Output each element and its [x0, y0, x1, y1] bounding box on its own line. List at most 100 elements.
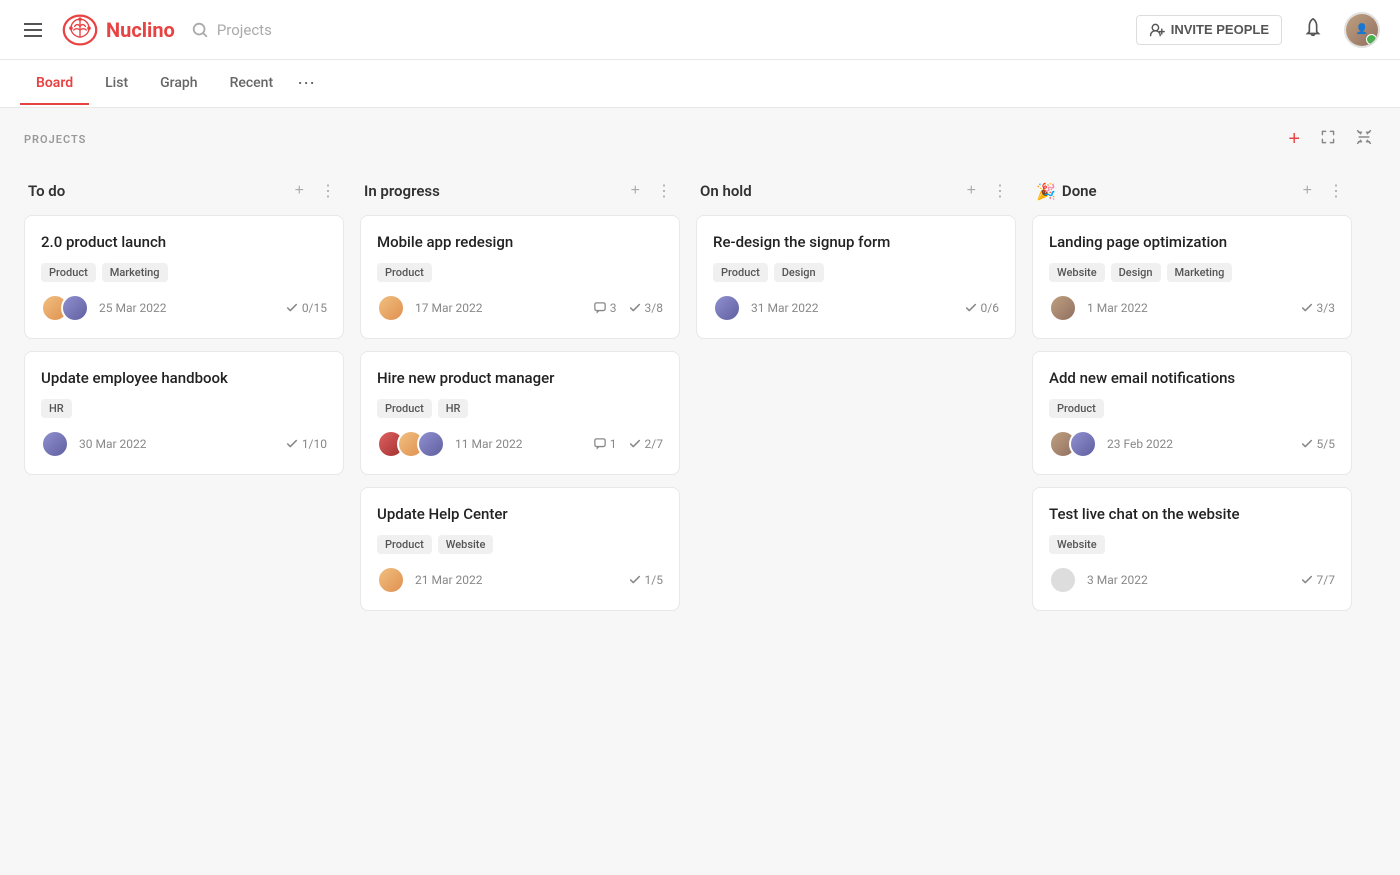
tag-product: Product: [377, 535, 432, 554]
card-signup-form-tags: Product Design: [713, 263, 999, 282]
card-landing-page[interactable]: Landing page optimization Website Design…: [1032, 215, 1352, 339]
expand-icon: [1320, 129, 1336, 145]
card-landing-page-check: 3/3: [1301, 301, 1335, 315]
logo-text: Nuclino: [106, 18, 175, 42]
avatar: [417, 430, 445, 458]
card-live-chat[interactable]: Test live chat on the website Website 3 …: [1032, 487, 1352, 611]
expand-button[interactable]: [1316, 125, 1340, 154]
column-onhold-label: On hold: [700, 182, 752, 200]
tag-product: Product: [41, 263, 96, 282]
card-help-center-date: 21 Mar 2022: [415, 573, 483, 587]
add-project-button[interactable]: +: [1284, 124, 1304, 155]
tag-design: Design: [1111, 263, 1161, 282]
avatar: [1069, 430, 1097, 458]
check-icon: [286, 302, 298, 314]
card-mobile-app[interactable]: Mobile app redesign Product 17 Mar 2022 …: [360, 215, 680, 339]
card-hire-pm-check: 2/7: [629, 437, 663, 451]
column-todo-add-button[interactable]: +: [291, 180, 308, 202]
card-product-launch-footer: 25 Mar 2022 0/15: [41, 294, 327, 322]
tabs-nav: Board List Graph Recent ⋯: [0, 60, 1400, 108]
avatar: [713, 294, 741, 322]
card-employee-handbook-date: 30 Mar 2022: [79, 437, 147, 451]
card-employee-handbook-avatars: [41, 430, 69, 458]
card-live-chat-footer: 3 Mar 2022 7/7: [1049, 566, 1335, 594]
tab-graph[interactable]: Graph: [144, 63, 213, 105]
card-hire-pm-footer-left: 11 Mar 2022: [377, 430, 523, 458]
column-todo-actions: + ⋮: [291, 179, 340, 203]
column-done-add-button[interactable]: +: [1299, 180, 1316, 202]
user-avatar[interactable]: 👤: [1344, 12, 1380, 48]
header: Nuclino Projects INVITE PEOPLE: [0, 0, 1400, 60]
card-help-center-check: 1/5: [629, 573, 663, 587]
check-icon: [629, 302, 641, 314]
column-onhold-add-button[interactable]: +: [963, 180, 980, 202]
card-product-launch-footer-left: 25 Mar 2022: [41, 294, 167, 322]
search-bar[interactable]: Projects: [191, 21, 272, 39]
card-hire-pm-date: 11 Mar 2022: [455, 437, 523, 451]
column-todo-title: To do: [28, 182, 65, 200]
column-todo-more-button[interactable]: ⋮: [316, 179, 340, 203]
column-done-title: 🎉 Done: [1036, 182, 1097, 201]
card-email-notifications-tags: Product: [1049, 399, 1335, 418]
bell-button[interactable]: [1302, 17, 1324, 43]
hamburger-menu[interactable]: [20, 19, 46, 41]
tab-recent[interactable]: Recent: [214, 63, 290, 105]
tag-product: Product: [713, 263, 768, 282]
invite-people-button[interactable]: INVITE PEOPLE: [1136, 15, 1282, 45]
card-signup-form-stats: 0/6: [965, 301, 999, 315]
header-left: Nuclino Projects: [20, 12, 1136, 48]
avatar: [377, 566, 405, 594]
card-email-notifications-footer-left: 23 Feb 2022: [1049, 430, 1173, 458]
card-product-launch-check: 0/15: [286, 301, 327, 315]
board-header: PROJECTS +: [0, 108, 1400, 163]
collapse-button[interactable]: [1352, 125, 1376, 154]
column-inprogress-add-button[interactable]: +: [627, 180, 644, 202]
card-help-center[interactable]: Update Help Center Product Website 21 Ma…: [360, 487, 680, 611]
logo[interactable]: Nuclino: [62, 12, 175, 48]
column-done-more-button[interactable]: ⋮: [1324, 179, 1348, 203]
card-live-chat-tags: Website: [1049, 535, 1335, 554]
board-columns: To do + ⋮ 2.0 product launch Product Mar…: [0, 163, 1400, 647]
card-hire-pm-tags: Product HR: [377, 399, 663, 418]
card-landing-page-date: 1 Mar 2022: [1087, 301, 1148, 315]
card-hire-pm[interactable]: Hire new product manager Product HR 11 M…: [360, 351, 680, 475]
card-mobile-app-title: Mobile app redesign: [377, 232, 663, 253]
avatar: [1049, 294, 1077, 322]
card-live-chat-footer-left: 3 Mar 2022: [1049, 566, 1148, 594]
search-icon: [191, 21, 209, 39]
card-live-chat-avatars: [1049, 566, 1077, 594]
header-right: INVITE PEOPLE 👤: [1136, 12, 1380, 48]
avatar: [41, 430, 69, 458]
column-inprogress-more-button[interactable]: ⋮: [652, 179, 676, 203]
comment-icon: [594, 438, 606, 450]
card-employee-handbook[interactable]: Update employee handbook HR 30 Mar 2022 …: [24, 351, 344, 475]
logo-brain-icon: [62, 12, 98, 48]
card-product-launch-avatars: [41, 294, 89, 322]
card-landing-page-footer-left: 1 Mar 2022: [1049, 294, 1148, 322]
column-onhold-title: On hold: [700, 182, 752, 200]
card-email-notifications[interactable]: Add new email notifications Product 23 F…: [1032, 351, 1352, 475]
tag-product: Product: [377, 263, 432, 282]
column-done: 🎉 Done + ⋮ Landing page optimization Web…: [1032, 171, 1352, 623]
card-signup-form-footer-left: 31 Mar 2022: [713, 294, 819, 322]
check-icon: [1301, 438, 1313, 450]
tab-more-button[interactable]: ⋯: [289, 61, 323, 106]
tag-product: Product: [377, 399, 432, 418]
column-onhold-more-button[interactable]: ⋮: [988, 179, 1012, 203]
column-done-emoji: 🎉: [1036, 182, 1056, 201]
card-employee-handbook-footer-left: 30 Mar 2022: [41, 430, 147, 458]
card-product-launch[interactable]: 2.0 product launch Product Marketing 25 …: [24, 215, 344, 339]
avatar-image: 👤: [1346, 14, 1378, 46]
card-signup-form-title: Re-design the signup form: [713, 232, 999, 253]
card-mobile-app-tags: Product: [377, 263, 663, 282]
tag-design: Design: [774, 263, 824, 282]
card-signup-form[interactable]: Re-design the signup form Product Design…: [696, 215, 1016, 339]
column-inprogress-label: In progress: [364, 182, 440, 200]
card-help-center-title: Update Help Center: [377, 504, 663, 525]
tab-list[interactable]: List: [89, 63, 144, 105]
tag-website: Website: [1049, 535, 1105, 554]
check-icon: [1301, 574, 1313, 586]
tab-board[interactable]: Board: [20, 63, 89, 105]
column-onhold-actions: + ⋮: [963, 179, 1012, 203]
card-email-notifications-date: 23 Feb 2022: [1107, 437, 1173, 451]
